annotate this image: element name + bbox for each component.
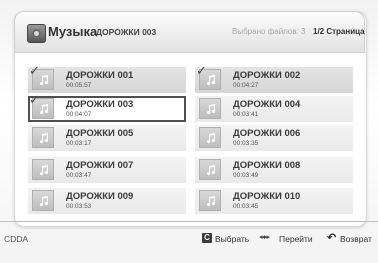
- track-duration: 00:03:35: [233, 140, 259, 147]
- music-note-icon: [199, 159, 221, 180]
- c-key-icon: C: [202, 233, 212, 243]
- select-action[interactable]: Выбрать: [215, 234, 249, 244]
- selected-count: Выбрано файлов: 3: [232, 27, 306, 36]
- track-name: ДОРОЖКИ 006: [233, 128, 301, 139]
- folder-title: ДОРОЖКИ 003: [96, 27, 157, 37]
- checkmark-icon: ✓: [29, 63, 40, 78]
- track-duration: 00:03:45: [233, 203, 259, 210]
- page-indicator: 1/2 Страница: [313, 27, 365, 36]
- track-item[interactable]: ДОРОЖКИ 004 00:03:41: [195, 96, 353, 122]
- footer-divider: [0, 221, 378, 222]
- music-note-icon: [32, 190, 54, 211]
- music-disc-icon: [27, 24, 46, 43]
- music-note-icon: [199, 190, 221, 211]
- app-title: Музыка: [48, 24, 98, 39]
- track-name: ДОРОЖКИ 002: [233, 70, 301, 81]
- checkmark-icon: ✓: [29, 92, 40, 107]
- track-item[interactable]: ДОРОЖКИ 007 00:03:47: [28, 157, 186, 183]
- checkmark-icon: ✓: [196, 63, 207, 78]
- return-arrow-icon: ↶: [327, 232, 337, 244]
- music-note-icon: [199, 127, 221, 148]
- track-item[interactable]: ✓ ДОРОЖКИ 001 00:05:57: [28, 63, 186, 93]
- track-name: ДОРОЖКИ 010: [233, 191, 301, 202]
- music-note-icon: [32, 127, 54, 148]
- track-duration: 00:04:27: [233, 82, 259, 89]
- track-duration: 00:03:17: [66, 140, 92, 147]
- track-item[interactable]: ДОРОЖКИ 008 00:03:49: [195, 157, 353, 183]
- track-name: ДОРОЖКИ 005: [66, 128, 134, 139]
- track-duration: 00:03:41: [233, 111, 259, 118]
- track-item[interactable]: ДОРОЖКИ 006 00:03:35: [195, 125, 353, 151]
- music-note-icon: [32, 159, 54, 180]
- track-item[interactable]: ДОРОЖКИ 009 00:03:53: [28, 188, 186, 214]
- track-name: ДОРОЖКИ 001: [66, 70, 134, 81]
- track-duration: 00:03:47: [66, 172, 92, 179]
- navigate-action[interactable]: Перейти: [279, 234, 313, 244]
- track-name: ДОРОЖКИ 003: [66, 99, 134, 110]
- track-name: ДОРОЖКИ 004: [233, 99, 301, 110]
- left-right-arrows-icon: ◂◂▸▸: [259, 234, 270, 241]
- track-duration: 00:05:57: [66, 82, 92, 89]
- track-item[interactable]: ДОРОЖКИ 010 00:03:45: [195, 188, 353, 214]
- track-name: ДОРОЖКИ 008: [233, 160, 301, 171]
- track-duration: 00:03:49: [233, 172, 259, 179]
- track-item[interactable]: ДОРОЖКИ 005 00:03:17: [28, 125, 186, 151]
- music-note-icon: [199, 98, 221, 119]
- track-duration: 00:04:07: [66, 111, 92, 118]
- track-name: ДОРОЖКИ 007: [66, 160, 134, 171]
- source-label: CDDA: [4, 234, 29, 244]
- track-duration: 00:03:53: [66, 203, 92, 210]
- track-item[interactable]: ✓ ДОРОЖКИ 002 00:04:27: [195, 63, 353, 93]
- track-name: ДОРОЖКИ 009: [66, 191, 134, 202]
- return-action[interactable]: Возврат: [340, 234, 372, 244]
- track-item[interactable]: ✓ ДОРОЖКИ 003 00:04:07: [28, 92, 186, 122]
